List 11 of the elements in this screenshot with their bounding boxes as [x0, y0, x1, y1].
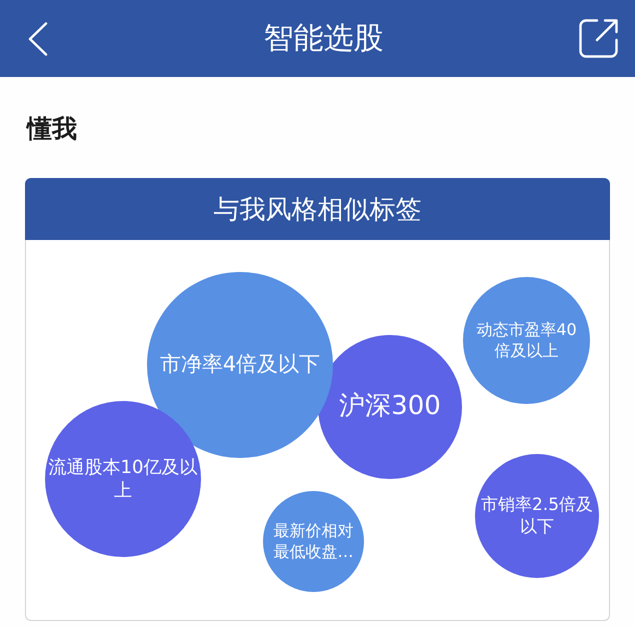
header-title: 智能选股: [264, 20, 384, 56]
card-header: 与我风格相似标签: [25, 178, 610, 240]
tag-bubble[interactable]: 沪深300: [318, 335, 462, 479]
back-icon[interactable]: [28, 22, 48, 56]
tag-bubble[interactable]: 市净率4倍及以下: [147, 272, 333, 458]
section-title: 懂我: [27, 114, 77, 144]
tag-bubble[interactable]: 动态市盈率40倍及以上: [463, 277, 590, 404]
tag-bubble[interactable]: 流通股本10亿及以上: [45, 401, 201, 557]
tag-bubble[interactable]: 最新价相对最低收盘…: [263, 491, 364, 592]
tag-bubble[interactable]: 市销率2.5倍及以下: [475, 454, 599, 578]
share-icon[interactable]: [578, 18, 619, 59]
